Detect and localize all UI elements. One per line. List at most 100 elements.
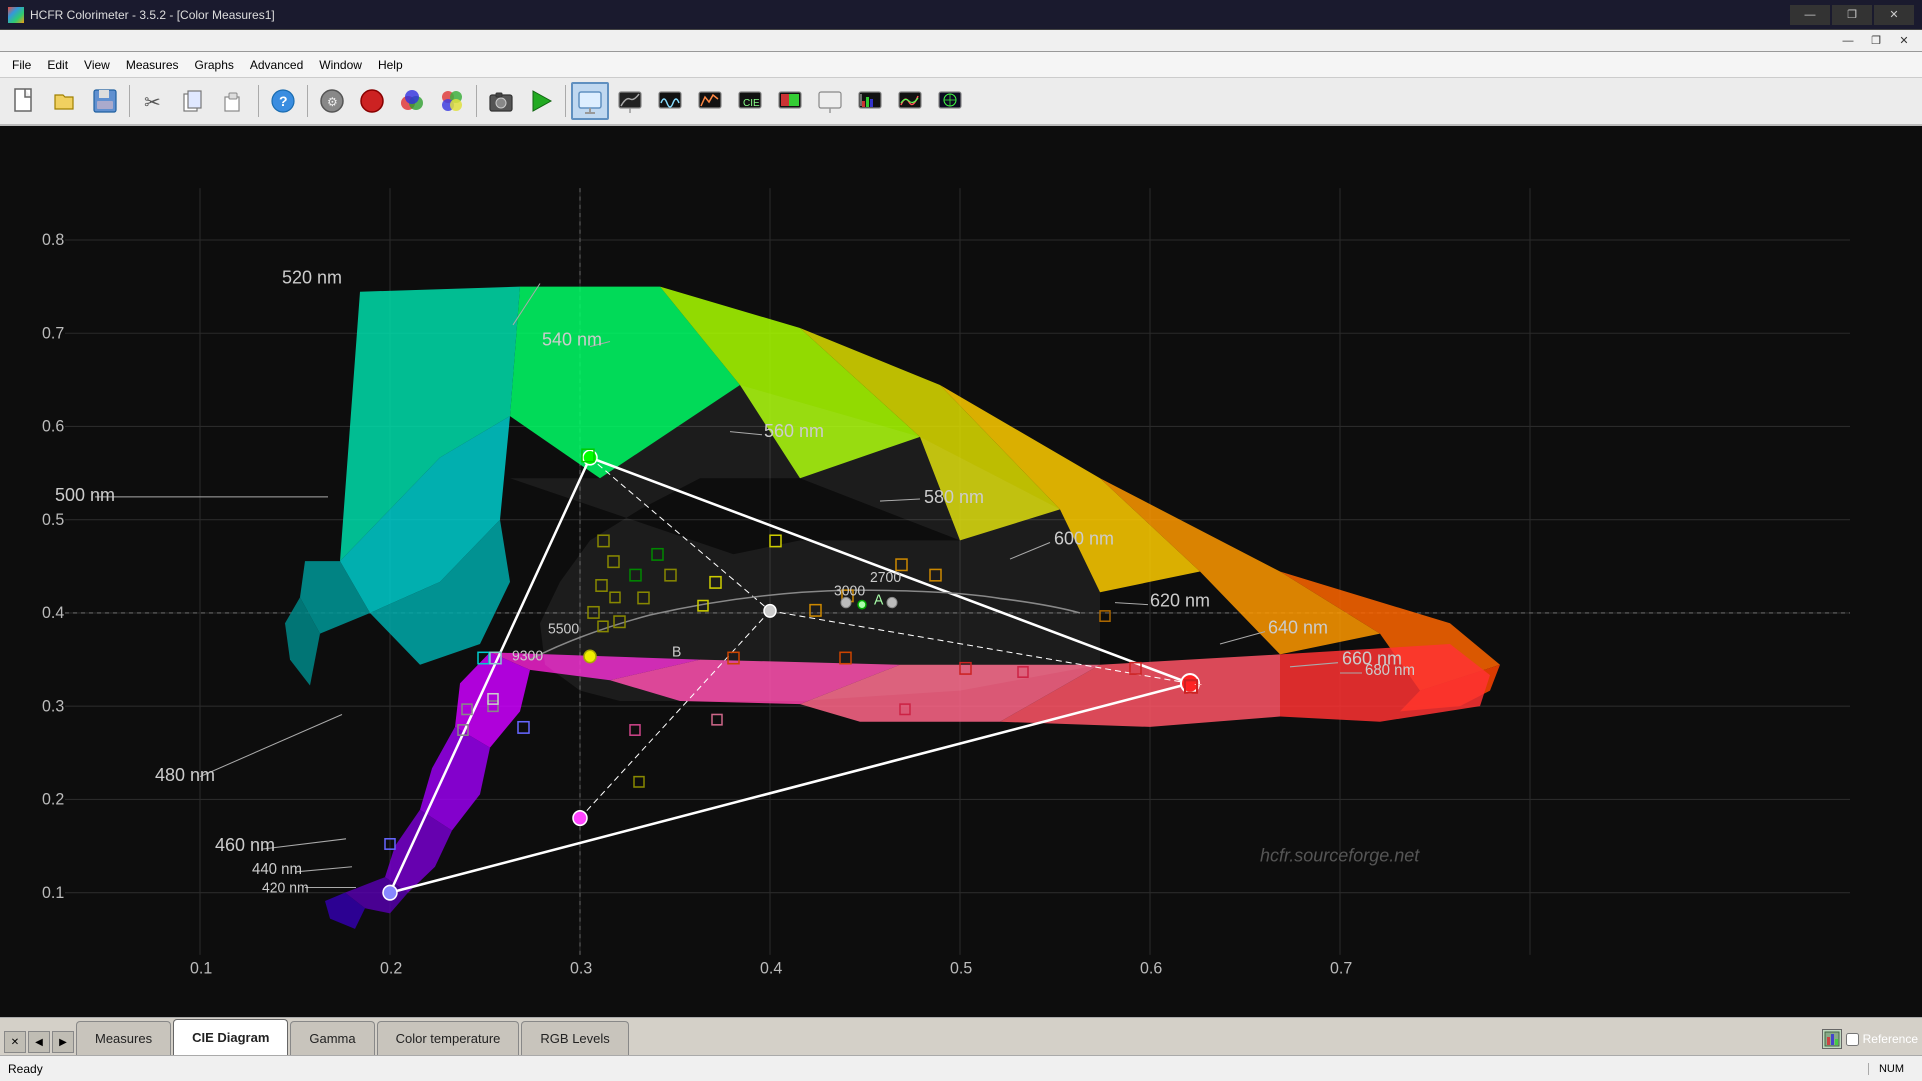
svg-text:0.5: 0.5	[950, 959, 972, 977]
monitor-multi-button[interactable]	[891, 82, 929, 120]
main-content: 520 nm 540 nm 560 nm 580 nm 600 nm 620 n…	[0, 126, 1922, 1017]
toolbar-separator-1	[129, 85, 130, 117]
titlebar: HCFR Colorimeter - 3.5.2 - [Color Measur…	[0, 0, 1922, 30]
probe-colorful-button[interactable]	[393, 82, 431, 120]
monitor-chart-button[interactable]	[691, 82, 729, 120]
restore-button[interactable]: ❐	[1832, 5, 1872, 25]
monitor-gamma-button[interactable]	[611, 82, 649, 120]
num-label: NUM	[1868, 1063, 1914, 1075]
tab-cie-diagram[interactable]: CIE Diagram	[173, 1019, 288, 1055]
svg-text:0.2: 0.2	[380, 959, 402, 977]
ribbon-bar: — ❐ ✕	[0, 30, 1922, 52]
monitor-plain-button[interactable]	[811, 82, 849, 120]
svg-text:620 nm: 620 nm	[1150, 589, 1210, 610]
toolbar-separator-3	[307, 85, 308, 117]
tab-rgb-levels[interactable]: RGB Levels	[521, 1021, 628, 1055]
ribbon-minimize[interactable]: —	[1834, 32, 1862, 50]
svg-text:A: A	[874, 592, 884, 608]
cut-button[interactable]: ✂	[135, 82, 173, 120]
menu-item-help[interactable]: Help	[370, 55, 411, 75]
svg-text:0.4: 0.4	[42, 604, 64, 622]
svg-text:480 nm: 480 nm	[155, 763, 215, 784]
toolbar-separator-2	[258, 85, 259, 117]
save-button[interactable]	[86, 82, 124, 120]
menu-item-edit[interactable]: Edit	[39, 55, 76, 75]
window-controls: — ❐ ✕	[1790, 5, 1914, 25]
svg-text:640 nm: 640 nm	[1268, 616, 1328, 637]
monitor-rgb-button[interactable]	[851, 82, 889, 120]
reference-area: Reference	[1822, 1029, 1918, 1049]
monitor-cie-button[interactable]: CIE	[731, 82, 769, 120]
svg-text:⚙: ⚙	[327, 95, 338, 109]
reference-icon	[1822, 1029, 1842, 1049]
menu-item-graphs[interactable]: Graphs	[187, 55, 242, 75]
monitor-wave-button[interactable]	[651, 82, 689, 120]
menu-item-view[interactable]: View	[76, 55, 118, 75]
tab-measures[interactable]: Measures	[76, 1021, 171, 1055]
svg-text:0.1: 0.1	[190, 959, 212, 977]
probe-multi-button[interactable]	[433, 82, 471, 120]
window-title: HCFR Colorimeter - 3.5.2 - [Color Measur…	[30, 8, 1790, 22]
menu-item-file[interactable]: File	[4, 55, 39, 75]
svg-text:520 nm: 520 nm	[282, 266, 342, 287]
status-text: Ready	[8, 1062, 1868, 1076]
tab-prev-button[interactable]: ◀	[28, 1031, 50, 1053]
probe-red-button[interactable]	[353, 82, 391, 120]
svg-text:600 nm: 600 nm	[1054, 527, 1114, 548]
svg-text:0.7: 0.7	[1330, 959, 1352, 977]
statusbar: Ready NUM	[0, 1055, 1922, 1081]
app-icon	[8, 7, 24, 23]
menu-item-window[interactable]: Window	[311, 55, 370, 75]
svg-text:0.1: 0.1	[42, 884, 64, 902]
svg-text:580 nm: 580 nm	[924, 486, 984, 507]
reference-label: Reference	[1863, 1032, 1918, 1046]
new-button[interactable]	[6, 82, 44, 120]
cie-diagram-container: 520 nm 540 nm 560 nm 580 nm 600 nm 620 n…	[0, 126, 1922, 1017]
monitor-active-button[interactable]	[571, 82, 609, 120]
svg-text:✂: ✂	[144, 92, 161, 114]
run-button[interactable]	[522, 82, 560, 120]
svg-text:0.6: 0.6	[42, 417, 64, 435]
svg-text:460 nm: 460 nm	[215, 834, 275, 855]
ribbon-controls: — ❐ ✕	[1834, 32, 1918, 50]
open-button[interactable]	[46, 82, 84, 120]
svg-text:540 nm: 540 nm	[542, 328, 602, 349]
menu-item-measures[interactable]: Measures	[118, 55, 187, 75]
menu-item-advanced[interactable]: Advanced	[242, 55, 311, 75]
svg-text:3000: 3000	[834, 583, 865, 599]
tab-close-button[interactable]: ✕	[4, 1031, 26, 1053]
tabbar: ✕ ◀ ▶ Measures CIE Diagram Gamma Color t…	[0, 1017, 1922, 1055]
monitor-color-button[interactable]	[771, 82, 809, 120]
svg-text:9300: 9300	[512, 648, 543, 664]
svg-text:440 nm: 440 nm	[252, 861, 302, 878]
help-button[interactable]: ?	[264, 82, 302, 120]
svg-text:0.5: 0.5	[42, 511, 64, 529]
camera-button[interactable]	[482, 82, 520, 120]
toolbar-separator-4	[476, 85, 477, 117]
toolbar: ✂ ? ⚙	[0, 78, 1922, 126]
paste-button[interactable]	[215, 82, 253, 120]
ribbon-close[interactable]: ✕	[1890, 32, 1918, 50]
svg-text:CIE: CIE	[743, 98, 760, 109]
svg-text:B: B	[672, 644, 681, 660]
svg-text:500 nm: 500 nm	[55, 484, 115, 505]
svg-text:0.3: 0.3	[570, 959, 592, 977]
minimize-button[interactable]: —	[1790, 5, 1830, 25]
tab-gamma[interactable]: Gamma	[290, 1021, 374, 1055]
toolbar-separator-5	[565, 85, 566, 117]
svg-text:hcfr.sourceforge.net: hcfr.sourceforge.net	[1260, 844, 1420, 865]
close-button[interactable]: ✕	[1874, 5, 1914, 25]
ribbon-restore[interactable]: ❐	[1862, 32, 1890, 50]
reference-checkbox[interactable]	[1846, 1033, 1859, 1046]
probe-gray-button[interactable]: ⚙	[313, 82, 351, 120]
copy-button[interactable]	[175, 82, 213, 120]
tab-next-button[interactable]: ▶	[52, 1031, 74, 1053]
svg-text:0.4: 0.4	[760, 959, 782, 977]
svg-text:2700: 2700	[870, 570, 901, 586]
tab-color-temperature[interactable]: Color temperature	[377, 1021, 520, 1055]
svg-text:0.3: 0.3	[42, 697, 64, 715]
svg-text:?: ?	[279, 93, 288, 109]
menubar: FileEditViewMeasuresGraphsAdvancedWindow…	[0, 52, 1922, 78]
monitor-scope-button[interactable]	[931, 82, 969, 120]
svg-text:0.6: 0.6	[1140, 959, 1162, 977]
